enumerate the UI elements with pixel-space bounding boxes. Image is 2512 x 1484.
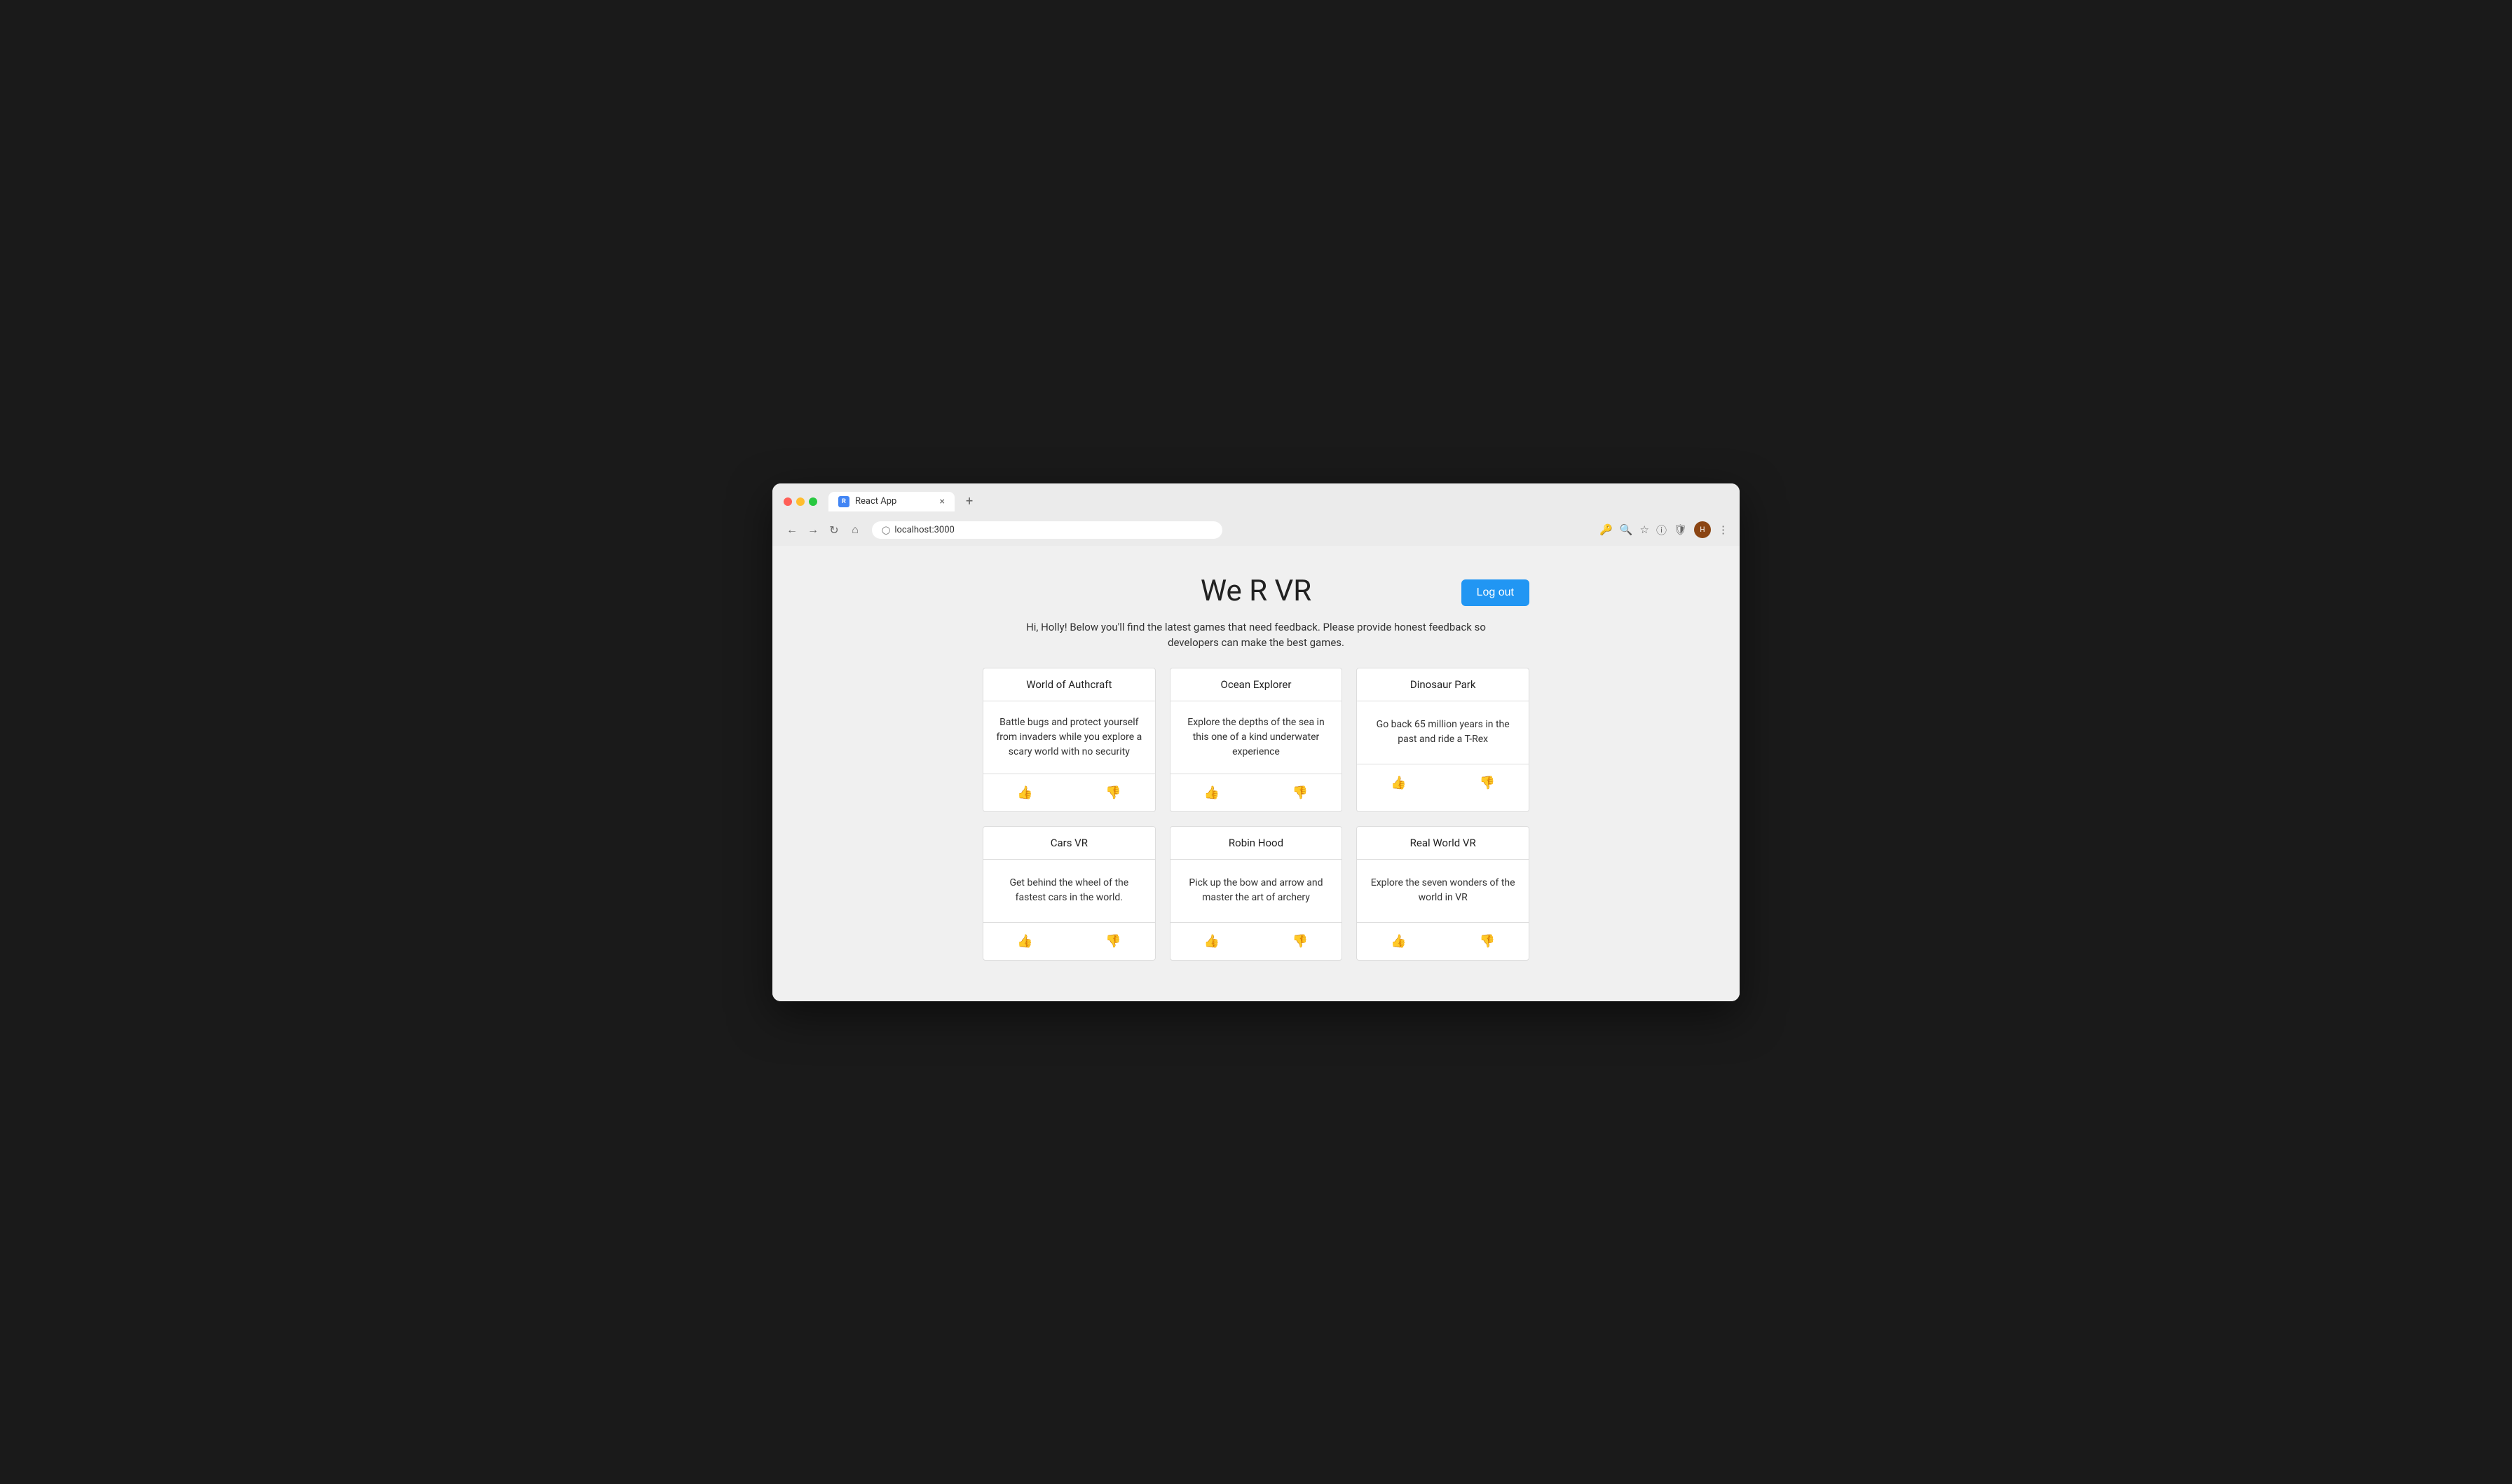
games-grid: World of Authcraft Battle bugs and prote… xyxy=(983,668,1529,961)
thumbs-down-icon-dinosaur-park: 👎 xyxy=(1480,776,1495,790)
tab-title: React App xyxy=(855,496,896,507)
welcome-message: Hi, Holly! Below you'll find the latest … xyxy=(1011,619,1501,651)
title-bar: R React App × + xyxy=(772,483,1740,517)
thumbs-down-button-ocean-explorer[interactable]: 👎 xyxy=(1287,783,1313,803)
game-title-ocean-explorer: Ocean Explorer xyxy=(1170,668,1342,701)
thumbs-down-icon-real-world-vr: 👎 xyxy=(1480,934,1495,948)
game-card-ocean-explorer: Ocean Explorer Explore the depths of the… xyxy=(1170,668,1343,812)
thumbs-down-icon-world-of-authcraft: 👎 xyxy=(1105,785,1121,799)
key-icon[interactable]: 🔑 xyxy=(1599,523,1613,536)
traffic-light-yellow[interactable] xyxy=(796,497,805,506)
app-title: We R VR xyxy=(983,574,1529,608)
star-icon[interactable]: ☆ xyxy=(1639,523,1648,536)
thumbs-down-button-robin-hood[interactable]: 👎 xyxy=(1287,931,1313,951)
game-title-world-of-authcraft: World of Authcraft xyxy=(983,668,1155,701)
url-text: localhost:3000 xyxy=(894,525,955,535)
tab-close-button[interactable]: × xyxy=(940,496,945,507)
url-lock-icon: ◯ xyxy=(882,525,890,535)
game-description-robin-hood: Pick up the bow and arrow and master the… xyxy=(1170,860,1342,923)
game-card-real-world-vr: Real World VR Explore the seven wonders … xyxy=(1356,826,1529,961)
browser-window: R React App × + ← → ↻ ⌂ ◯ localhost:3000… xyxy=(772,483,1740,1001)
thumbs-down-icon-robin-hood: 👎 xyxy=(1292,934,1308,948)
thumbs-up-icon-cars-vr: 👍 xyxy=(1017,934,1032,948)
thumbs-up-icon-world-of-authcraft: 👍 xyxy=(1017,785,1032,799)
thumbs-up-icon-real-world-vr: 👍 xyxy=(1391,934,1406,948)
game-card-dinosaur-park: Dinosaur Park Go back 65 million years i… xyxy=(1356,668,1529,812)
game-description-real-world-vr: Explore the seven wonders of the world i… xyxy=(1357,860,1529,923)
user-avatar[interactable]: H xyxy=(1694,521,1711,538)
thumbs-down-button-real-world-vr[interactable]: 👎 xyxy=(1474,931,1501,951)
game-actions-real-world-vr: 👍 👎 xyxy=(1357,923,1529,960)
tab-favicon: R xyxy=(838,496,849,507)
browser-chrome: R React App × + ← → ↻ ⌂ ◯ localhost:3000… xyxy=(772,483,1740,546)
thumbs-down-button-world-of-authcraft[interactable]: 👎 xyxy=(1100,783,1126,803)
thumbs-up-button-ocean-explorer[interactable]: 👍 xyxy=(1199,783,1225,803)
thumbs-down-button-dinosaur-park[interactable]: 👎 xyxy=(1474,773,1501,793)
game-card-world-of-authcraft: World of Authcraft Battle bugs and prote… xyxy=(983,668,1156,812)
traffic-light-red[interactable] xyxy=(784,497,792,506)
game-card-robin-hood: Robin Hood Pick up the bow and arrow and… xyxy=(1170,826,1343,961)
address-bar: ← → ↻ ⌂ ◯ localhost:3000 🔑 🔍 ☆ ⓘ 🛡 H ⋮ xyxy=(772,517,1740,546)
back-button[interactable]: ← xyxy=(784,523,800,537)
game-actions-ocean-explorer: 👍 👎 xyxy=(1170,774,1342,811)
toolbar-right: 🔑 🔍 ☆ ⓘ 🛡 H ⋮ xyxy=(1599,521,1728,538)
game-actions-cars-vr: 👍 👎 xyxy=(983,923,1155,960)
game-card-cars-vr: Cars VR Get behind the wheel of the fast… xyxy=(983,826,1156,961)
game-title-cars-vr: Cars VR xyxy=(983,827,1155,860)
game-title-real-world-vr: Real World VR xyxy=(1357,827,1529,860)
shield-icon[interactable]: 🛡 xyxy=(1674,523,1687,536)
browser-tab[interactable]: R React App × xyxy=(828,492,955,511)
page-content: We R VR Log out Hi, Holly! Below you'll … xyxy=(772,546,1740,1001)
thumbs-up-button-real-world-vr[interactable]: 👍 xyxy=(1385,931,1412,951)
menu-icon[interactable]: ⋮ xyxy=(1718,523,1728,536)
thumbs-down-icon-cars-vr: 👎 xyxy=(1105,934,1121,948)
thumbs-down-button-cars-vr[interactable]: 👎 xyxy=(1100,931,1126,951)
forward-button[interactable]: → xyxy=(805,523,821,537)
game-actions-robin-hood: 👍 👎 xyxy=(1170,923,1342,960)
nav-buttons: ← → ↻ ⌂ xyxy=(784,523,863,537)
thumbs-up-icon-robin-hood: 👍 xyxy=(1204,934,1220,948)
thumbs-down-icon-ocean-explorer: 👎 xyxy=(1292,785,1308,799)
game-description-world-of-authcraft: Battle bugs and protect yourself from in… xyxy=(983,701,1155,774)
game-description-cars-vr: Get behind the wheel of the fastest cars… xyxy=(983,860,1155,923)
thumbs-up-icon-dinosaur-park: 👍 xyxy=(1391,776,1406,790)
new-tab-button[interactable]: + xyxy=(960,494,978,509)
traffic-lights xyxy=(784,497,817,506)
game-title-dinosaur-park: Dinosaur Park xyxy=(1357,668,1529,701)
game-actions-world-of-authcraft: 👍 👎 xyxy=(983,774,1155,811)
logout-button[interactable]: Log out xyxy=(1461,579,1529,606)
reload-button[interactable]: ↻ xyxy=(826,523,842,537)
url-bar[interactable]: ◯ localhost:3000 xyxy=(872,521,1222,539)
game-description-dinosaur-park: Go back 65 million years in the past and… xyxy=(1357,701,1529,764)
thumbs-up-button-cars-vr[interactable]: 👍 xyxy=(1011,931,1038,951)
info-icon[interactable]: ⓘ xyxy=(1656,523,1667,537)
game-description-ocean-explorer: Explore the depths of the sea in this on… xyxy=(1170,701,1342,774)
traffic-light-green[interactable] xyxy=(809,497,817,506)
thumbs-up-button-world-of-authcraft[interactable]: 👍 xyxy=(1011,783,1038,803)
zoom-icon[interactable]: 🔍 xyxy=(1620,523,1633,536)
app-header: We R VR Log out Hi, Holly! Below you'll … xyxy=(983,574,1529,651)
game-actions-dinosaur-park: 👍 👎 xyxy=(1357,764,1529,802)
game-title-robin-hood: Robin Hood xyxy=(1170,827,1342,860)
thumbs-up-icon-ocean-explorer: 👍 xyxy=(1204,785,1220,799)
home-button[interactable]: ⌂ xyxy=(847,523,863,537)
app-container: We R VR Log out Hi, Holly! Below you'll … xyxy=(983,574,1529,961)
thumbs-up-button-robin-hood[interactable]: 👍 xyxy=(1199,931,1225,951)
thumbs-up-button-dinosaur-park[interactable]: 👍 xyxy=(1385,773,1412,793)
